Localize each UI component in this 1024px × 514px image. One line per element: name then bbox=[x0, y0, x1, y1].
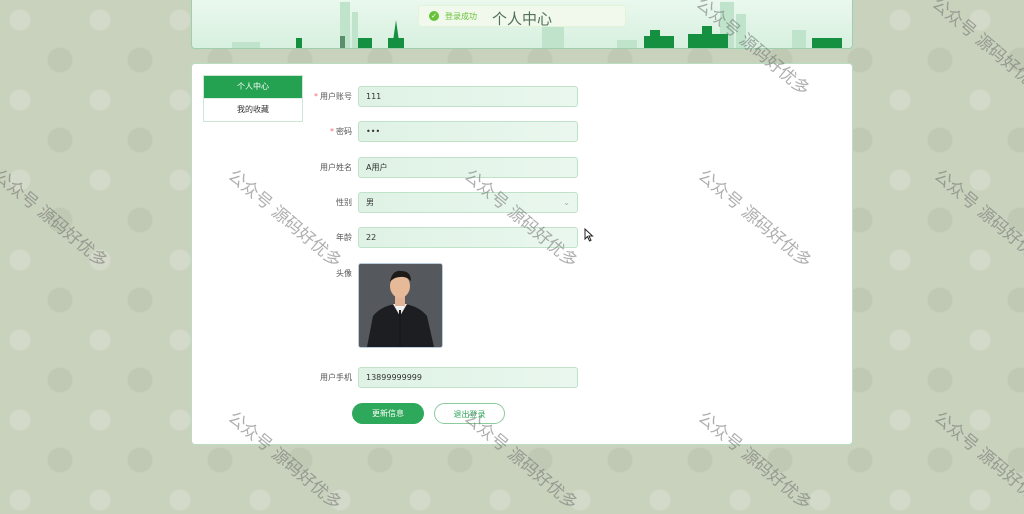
person-portrait bbox=[359, 264, 442, 347]
toast-message: 登录成功 bbox=[445, 11, 477, 21]
logout-button[interactable]: 退出登录 bbox=[434, 403, 505, 424]
chevron-down-icon: ⌄ bbox=[563, 198, 570, 207]
mouse-cursor-icon bbox=[584, 228, 594, 242]
gender-label: 性别 bbox=[336, 198, 352, 207]
gender-select[interactable]: 男 ⌄ bbox=[358, 192, 578, 213]
watermark: 公众号 源码好优多 bbox=[0, 165, 112, 273]
sidebar-menu: 个人中心 我的收藏 bbox=[203, 75, 303, 122]
account-label: * 用户账号 bbox=[314, 92, 352, 101]
check-icon: ✓ bbox=[429, 11, 439, 21]
avatar-label: 头像 bbox=[336, 269, 352, 278]
update-info-button[interactable]: 更新信息 bbox=[352, 403, 424, 424]
page-title: 个人中心 bbox=[492, 10, 553, 28]
password-label: * 密码 bbox=[330, 127, 352, 136]
age-label: 年龄 bbox=[336, 233, 352, 242]
gender-value: 男 bbox=[366, 198, 374, 207]
watermark: 公众号 源码好优多 bbox=[927, 0, 1024, 101]
sidebar-item-personal-center[interactable]: 个人中心 bbox=[204, 76, 302, 99]
name-input[interactable]: A用户 bbox=[358, 157, 578, 178]
age-input[interactable]: 22 bbox=[358, 227, 578, 248]
account-input[interactable]: 111 bbox=[358, 86, 578, 107]
sidebar-item-my-favorites[interactable]: 我的收藏 bbox=[204, 99, 302, 121]
required-mark: * bbox=[314, 92, 318, 101]
header-banner: ✓ 登录成功 个人中心 bbox=[191, 0, 853, 49]
phone-input[interactable]: 13899999999 bbox=[358, 367, 578, 388]
phone-label: 用户手机 bbox=[320, 373, 352, 382]
avatar-image[interactable] bbox=[358, 263, 443, 348]
password-input[interactable]: ••• bbox=[358, 121, 578, 142]
watermark: 公众号 源码好优多 bbox=[929, 407, 1024, 514]
profile-panel: 个人中心 我的收藏 * 用户账号 111 * 密码 ••• 用户姓名 A用户 性别 … bbox=[191, 63, 853, 445]
watermark: 公众号 源码好优多 bbox=[929, 165, 1024, 273]
name-label: 用户姓名 bbox=[320, 163, 352, 172]
required-mark: * bbox=[330, 127, 334, 136]
